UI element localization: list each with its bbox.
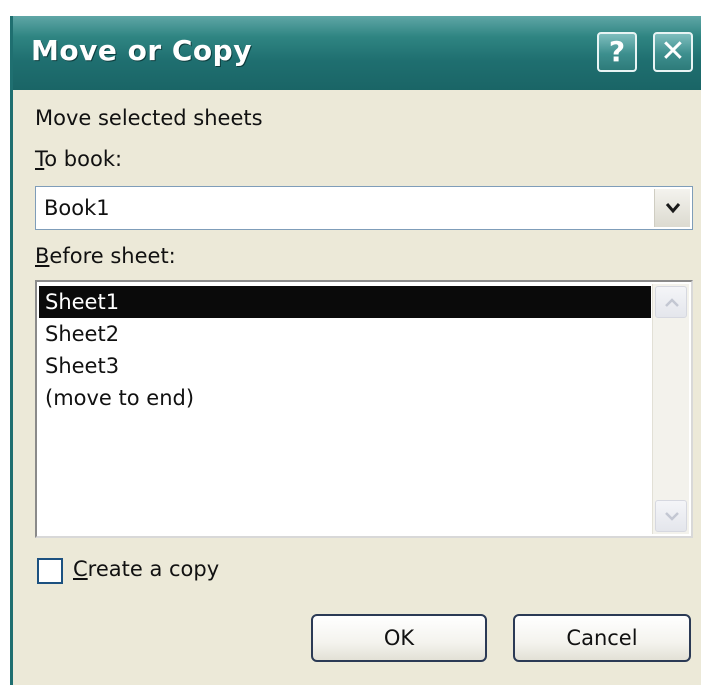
list-item[interactable]: Sheet3 (39, 350, 651, 382)
list-item[interactable]: Sheet2 (39, 318, 651, 350)
list-item[interactable]: (move to end) (39, 382, 651, 414)
chevron-down-icon (665, 203, 681, 214)
move-or-copy-dialog: Move or Copy ? ✕ Move selected sheets To… (10, 16, 701, 685)
create-copy-label-text: reate a copy (87, 557, 220, 581)
ok-button[interactable]: OK (311, 614, 487, 662)
vertical-scrollbar[interactable] (652, 284, 689, 534)
header-text: Move selected sheets (35, 106, 263, 130)
title-bar[interactable]: Move or Copy ? ✕ (13, 16, 701, 90)
to-book-select[interactable]: Book1 (35, 186, 693, 230)
scroll-up-button[interactable] (655, 286, 687, 318)
before-sheet-label-text: efore sheet: (49, 244, 176, 268)
create-copy-checkbox[interactable] (37, 558, 63, 584)
list-item[interactable]: Sheet1 (39, 286, 651, 318)
help-icon[interactable]: ? (597, 32, 637, 72)
before-sheet-list[interactable]: Sheet1 Sheet2 Sheet3 (move to end) (35, 280, 693, 538)
close-icon[interactable]: ✕ (653, 32, 693, 72)
to-book-label: To book: (35, 147, 122, 171)
to-book-accelerator: T (35, 147, 45, 171)
to-book-label-text: o book: (44, 147, 123, 171)
scroll-up-icon (665, 298, 679, 307)
dialog-title: Move or Copy (31, 34, 252, 67)
before-sheet-accelerator: B (35, 244, 50, 268)
cancel-button[interactable]: Cancel (513, 614, 691, 662)
create-copy-label[interactable]: Create a copy (73, 557, 219, 581)
dropdown-button[interactable] (654, 189, 690, 227)
to-book-value: Book1 (44, 196, 110, 220)
create-copy-accelerator: C (73, 557, 88, 581)
before-sheet-label: Before sheet: (35, 244, 176, 268)
scroll-down-button[interactable] (655, 500, 687, 532)
scroll-down-icon (665, 512, 679, 521)
sheet-list-items: Sheet1 Sheet2 Sheet3 (move to end) (39, 286, 651, 414)
